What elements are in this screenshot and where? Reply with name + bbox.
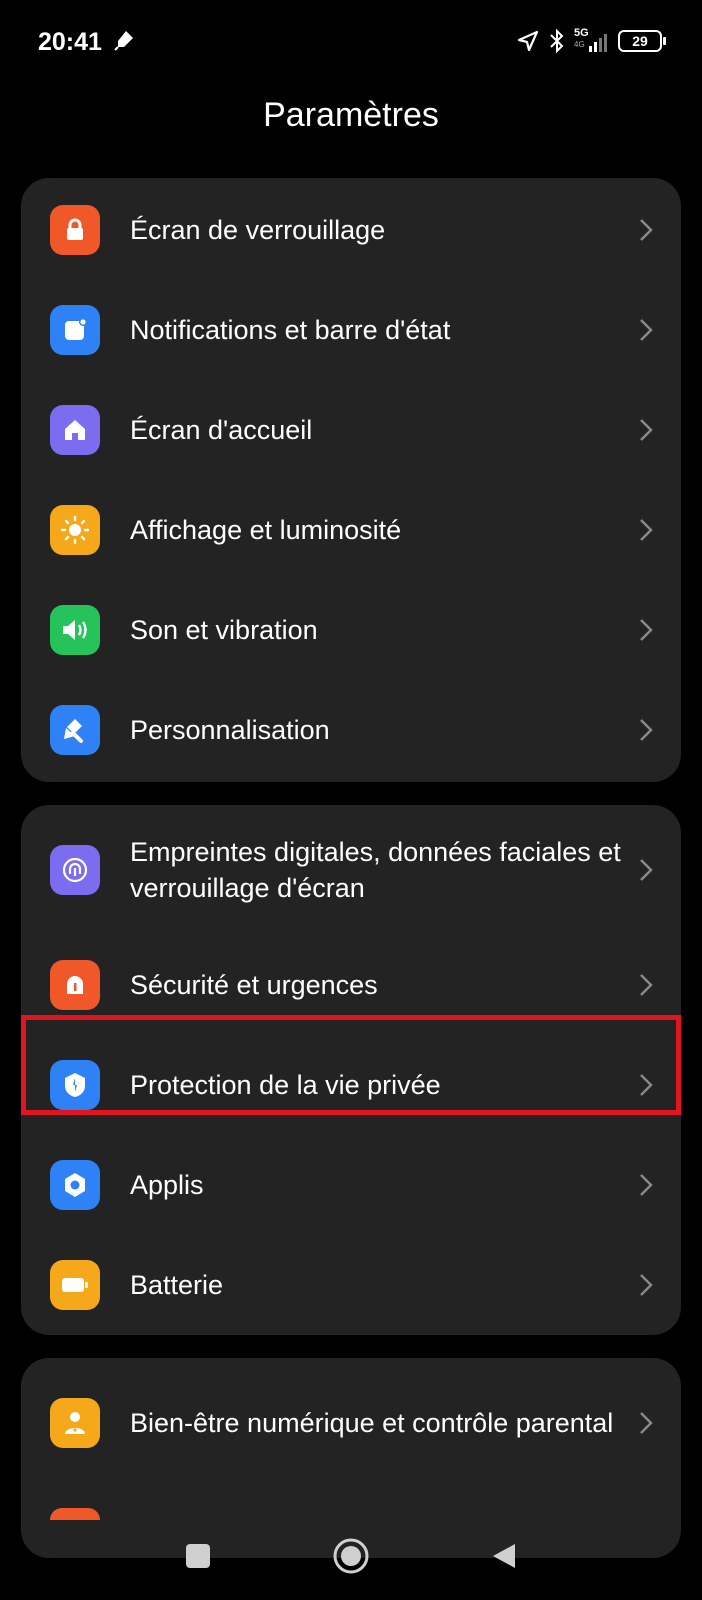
brush-icon — [50, 705, 100, 755]
lock-icon — [50, 205, 100, 255]
settings-item-safety[interactable]: Sécurité et urgences — [21, 935, 681, 1035]
location-arrow-icon — [517, 30, 539, 52]
chevron-right-icon — [640, 419, 653, 441]
chevron-right-icon — [640, 1412, 653, 1434]
settings-item-label: Personnalisation — [130, 715, 330, 745]
settings-item-label: Bien-être numérique et contrôle parental — [130, 1408, 614, 1438]
notification-icon — [50, 305, 100, 355]
pen-icon — [114, 31, 133, 51]
page-title: Paramètres — [263, 96, 439, 134]
chevron-right-icon — [640, 1274, 653, 1296]
chevron-right-icon — [640, 974, 653, 996]
apps-hexagon-icon — [50, 1160, 100, 1210]
chevron-right-icon — [640, 859, 653, 881]
status-icons: 5G 4G 29 — [516, 26, 666, 56]
navigation-bar — [0, 1515, 702, 1600]
settings-item-biometrics[interactable]: Empreintes digitales, données faciales e… — [21, 805, 681, 935]
status-time: 20:41 — [38, 28, 102, 56]
settings-item-home-screen[interactable]: Écran d'accueil — [21, 380, 681, 480]
chevron-right-icon — [640, 1074, 653, 1096]
settings-group-2: Empreintes digitales, données faciales e… — [21, 805, 681, 1335]
speaker-icon — [50, 605, 100, 655]
settings-item-label: Applis — [130, 1170, 204, 1200]
home-circle-icon[interactable] — [328, 1533, 374, 1579]
fingerprint-icon — [50, 845, 100, 895]
settings-item-display[interactable]: Affichage et luminosité — [21, 480, 681, 580]
settings-item-label: Affichage et luminosité — [130, 515, 402, 545]
signal-icon: 5G 4G — [574, 28, 610, 54]
chevron-right-icon — [640, 1174, 653, 1196]
settings-item-label: Sécurité et urgences — [130, 970, 378, 1000]
chevron-right-icon — [640, 219, 653, 241]
battery-icon — [50, 1260, 100, 1310]
bluetooth-icon — [550, 28, 564, 54]
settings-item-notifications[interactable]: Notifications et barre d'état — [21, 280, 681, 380]
settings-item-label: Son et vibration — [130, 615, 318, 645]
settings-item-label: Protection de la vie privée — [130, 1070, 441, 1100]
settings-item-label: Écran d'accueil — [130, 415, 313, 445]
settings-item-personalization[interactable]: Personnalisation — [21, 680, 681, 780]
privacy-shield-icon — [50, 1060, 100, 1110]
settings-item-apps[interactable]: Applis — [21, 1135, 681, 1235]
settings-item-lock-screen[interactable]: Écran de verrouillage — [21, 180, 681, 280]
sun-icon — [50, 505, 100, 555]
status-bar: 20:41 5G 4G 29 — [0, 0, 702, 84]
settings-item-label: Empreintes digitales, données faciales e… — [130, 837, 621, 903]
settings-item-sound[interactable]: Son et vibration — [21, 580, 681, 680]
chevron-right-icon — [640, 519, 653, 541]
settings-item-label: Écran de verrouillage — [130, 215, 386, 245]
settings-item-battery[interactable]: Batterie — [21, 1235, 681, 1335]
settings-group-1: Écran de verrouillage Notifications et b… — [21, 178, 681, 782]
recents-square-icon[interactable] — [175, 1533, 221, 1579]
settings-item-label: Notifications et barre d'état — [130, 315, 451, 345]
chevron-right-icon — [640, 319, 653, 341]
battery-indicator: 29 — [618, 30, 666, 52]
wellbeing-icon — [50, 1398, 100, 1448]
settings-item-label: Batterie — [130, 1270, 224, 1300]
alarm-icon — [50, 960, 100, 1010]
settings-item-digital-wellbeing[interactable]: Bien-être numérique et contrôle parental — [21, 1358, 681, 1488]
back-triangle-icon[interactable] — [481, 1533, 527, 1579]
home-icon — [50, 405, 100, 455]
settings-item-privacy[interactable]: Protection de la vie privée — [21, 1035, 681, 1135]
chevron-right-icon — [640, 619, 653, 641]
chevron-right-icon — [640, 719, 653, 741]
